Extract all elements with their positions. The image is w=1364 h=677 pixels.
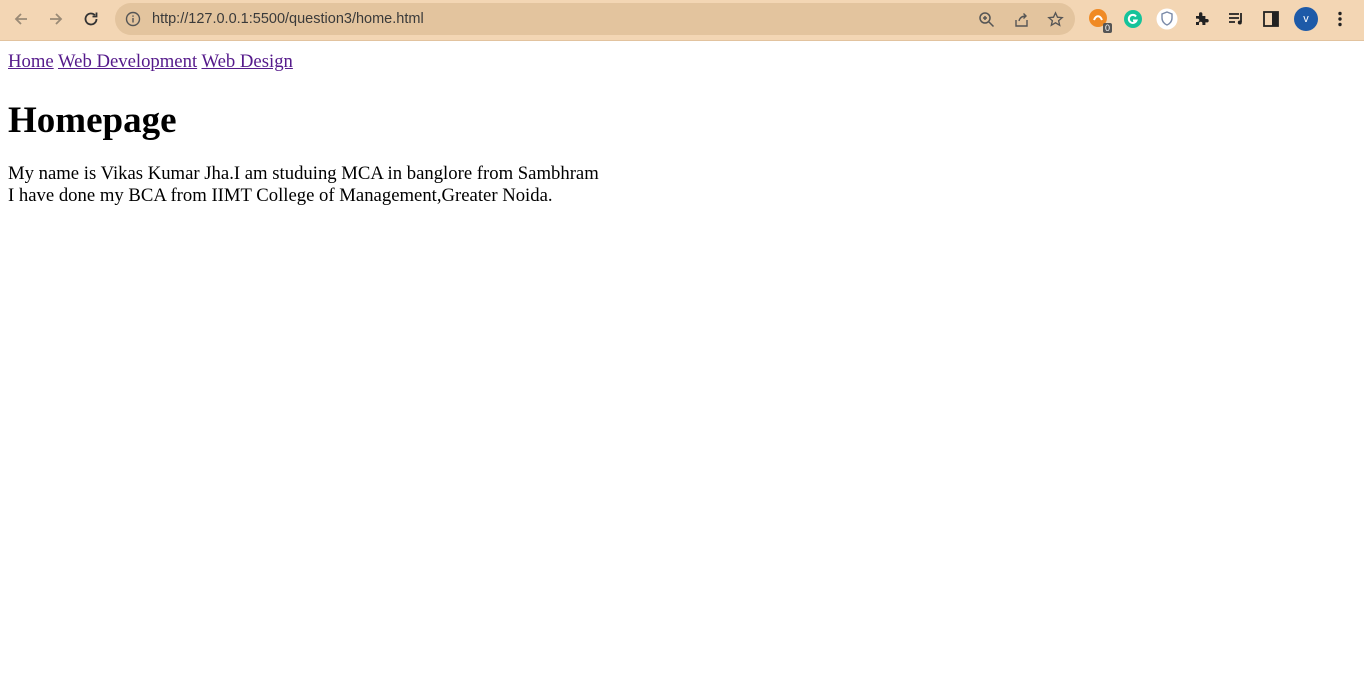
profile-avatar[interactable]: v	[1294, 7, 1318, 31]
intro-line-2: I have done my BCA from IIMT College of …	[8, 185, 553, 206]
intro-paragraph: My name is Vikas Kumar Jha.I am studuing…	[8, 163, 1356, 207]
grammarly-icon[interactable]	[1122, 8, 1144, 30]
shield-extension-icon[interactable]	[1156, 8, 1178, 30]
site-nav: Home Web Development Web Design	[8, 51, 1356, 73]
address-bar[interactable]: http://127.0.0.1:5500/question3/home.htm…	[115, 3, 1075, 35]
arrow-right-icon	[50, 13, 63, 25]
extension-orange-icon[interactable]: 0	[1088, 8, 1112, 33]
menu-kebab-icon[interactable]	[1329, 8, 1351, 30]
reload-icon	[84, 12, 98, 26]
forward-button[interactable]	[43, 6, 69, 32]
nav-link-home[interactable]: Home	[8, 51, 54, 72]
nav-link-web-design[interactable]: Web Design	[201, 51, 292, 72]
page-content: Home Web Development Web Design Homepage…	[0, 51, 1364, 207]
media-controls-icon[interactable]	[1225, 8, 1247, 30]
share-icon[interactable]	[1011, 9, 1031, 29]
back-button[interactable]	[8, 6, 34, 32]
nav-link-web-development[interactable]: Web Development	[58, 51, 197, 72]
site-info-icon[interactable]	[125, 11, 141, 32]
bookmark-star-icon[interactable]	[1045, 9, 1065, 29]
reload-button[interactable]	[78, 6, 104, 32]
browser-toolbar: http://127.0.0.1:5500/question3/home.htm…	[0, 0, 1364, 41]
extension-badge: 0	[1102, 23, 1112, 33]
extensions-puzzle-icon[interactable]	[1191, 8, 1213, 30]
intro-line-1: My name is Vikas Kumar Jha.I am studuing…	[8, 163, 599, 184]
zoom-icon[interactable]	[976, 9, 996, 29]
arrow-left-icon	[14, 13, 27, 25]
side-panel-icon[interactable]	[1260, 8, 1282, 30]
url-text[interactable]: http://127.0.0.1:5500/question3/home.htm…	[152, 11, 424, 27]
page-heading: Homepage	[8, 100, 177, 141]
